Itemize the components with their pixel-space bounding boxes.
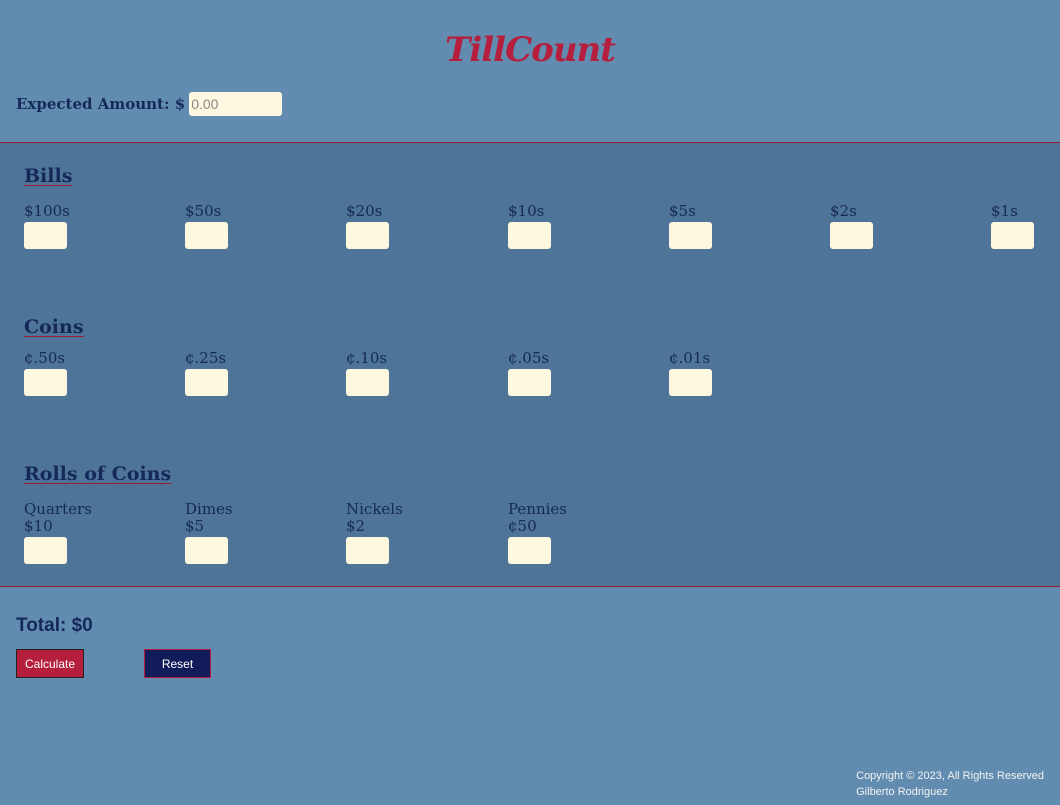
roll-field-dimes: Dimes $5	[185, 501, 335, 564]
coin-label: ¢.50s	[24, 349, 66, 367]
copyright: Copyright © 2023, All Rights Reserved Gi…	[856, 768, 1044, 800]
coin-field-25: ¢.25s	[185, 350, 335, 396]
bill-input-50[interactable]	[185, 222, 228, 249]
bill-input-100[interactable]	[24, 222, 67, 249]
roll-value: $2	[346, 517, 366, 535]
bill-label: $100s	[24, 202, 70, 220]
summary-area: Total: $0 Calculate Reset Copyright © 20…	[0, 588, 1060, 805]
roll-name: Dimes	[185, 500, 233, 518]
bill-label: $20s	[346, 202, 383, 220]
coin-label: ¢.05s	[508, 349, 550, 367]
bill-label: $5s	[669, 202, 696, 220]
coin-input-25[interactable]	[185, 369, 228, 396]
roll-value: $10	[24, 517, 53, 535]
app-title: TillCount	[445, 30, 616, 70]
roll-field-nickels: Nickels $2	[346, 501, 496, 564]
bill-input-2[interactable]	[830, 222, 873, 249]
bill-field-20: $20s	[346, 203, 496, 249]
bill-field-50: $50s	[185, 203, 335, 249]
rolls-title: Rolls of Coins	[24, 463, 172, 485]
header: TillCount Expected Amount: $	[0, 0, 1060, 143]
calculate-button[interactable]: Calculate	[16, 649, 84, 678]
bill-label: $50s	[185, 202, 222, 220]
roll-name: Nickels	[346, 500, 403, 518]
roll-field-pennies: Pennies ¢50	[508, 501, 658, 564]
bill-input-20[interactable]	[346, 222, 389, 249]
coin-label: ¢.25s	[185, 349, 227, 367]
roll-input-nickels[interactable]	[346, 537, 389, 564]
bill-input-5[interactable]	[669, 222, 712, 249]
coin-field-01: ¢.01s	[669, 350, 819, 396]
bill-label: $2s	[830, 202, 857, 220]
roll-input-quarters[interactable]	[24, 537, 67, 564]
coin-input-50[interactable]	[24, 369, 67, 396]
expected-amount-input[interactable]	[189, 92, 283, 116]
bill-input-10[interactable]	[508, 222, 551, 249]
coin-input-05[interactable]	[508, 369, 551, 396]
bill-label: $1s	[991, 202, 1018, 220]
expected-amount-row: Expected Amount: $	[16, 92, 283, 116]
coin-input-01[interactable]	[669, 369, 712, 396]
bill-field-5: $5s	[669, 203, 819, 249]
bill-field-100: $100s	[24, 203, 174, 249]
roll-name: Quarters	[24, 500, 92, 518]
author-name: Gilberto Rodriguez	[856, 786, 948, 798]
denominations-panel: Bills $100s $50s $20s $10s $5s $2s $1s C…	[0, 143, 1060, 587]
coin-label: ¢.01s	[669, 349, 711, 367]
reset-button[interactable]: Reset	[144, 649, 211, 678]
roll-name: Pennies	[508, 500, 567, 518]
copyright-text: Copyright © 2023, All Rights Reserved	[856, 770, 1044, 782]
coins-title: Coins	[24, 316, 84, 338]
bill-field-2: $2s	[830, 203, 980, 249]
bill-label: $10s	[508, 202, 545, 220]
roll-field-quarters: Quarters $10	[24, 501, 174, 564]
roll-value: ¢50	[508, 517, 537, 535]
coin-input-10[interactable]	[346, 369, 389, 396]
coin-field-05: ¢.05s	[508, 350, 658, 396]
bill-field-10: $10s	[508, 203, 658, 249]
bill-field-1: $1s	[991, 203, 1051, 249]
roll-value: $5	[185, 517, 205, 535]
roll-input-pennies[interactable]	[508, 537, 551, 564]
coin-field-50: ¢.50s	[24, 350, 174, 396]
roll-input-dimes[interactable]	[185, 537, 228, 564]
expected-amount-label: Expected Amount: $	[16, 95, 186, 113]
coin-field-10: ¢.10s	[346, 350, 496, 396]
bill-input-1[interactable]	[991, 222, 1034, 249]
bills-title: Bills	[24, 165, 73, 187]
total-display: Total: $0	[16, 615, 93, 636]
coin-label: ¢.10s	[346, 349, 388, 367]
